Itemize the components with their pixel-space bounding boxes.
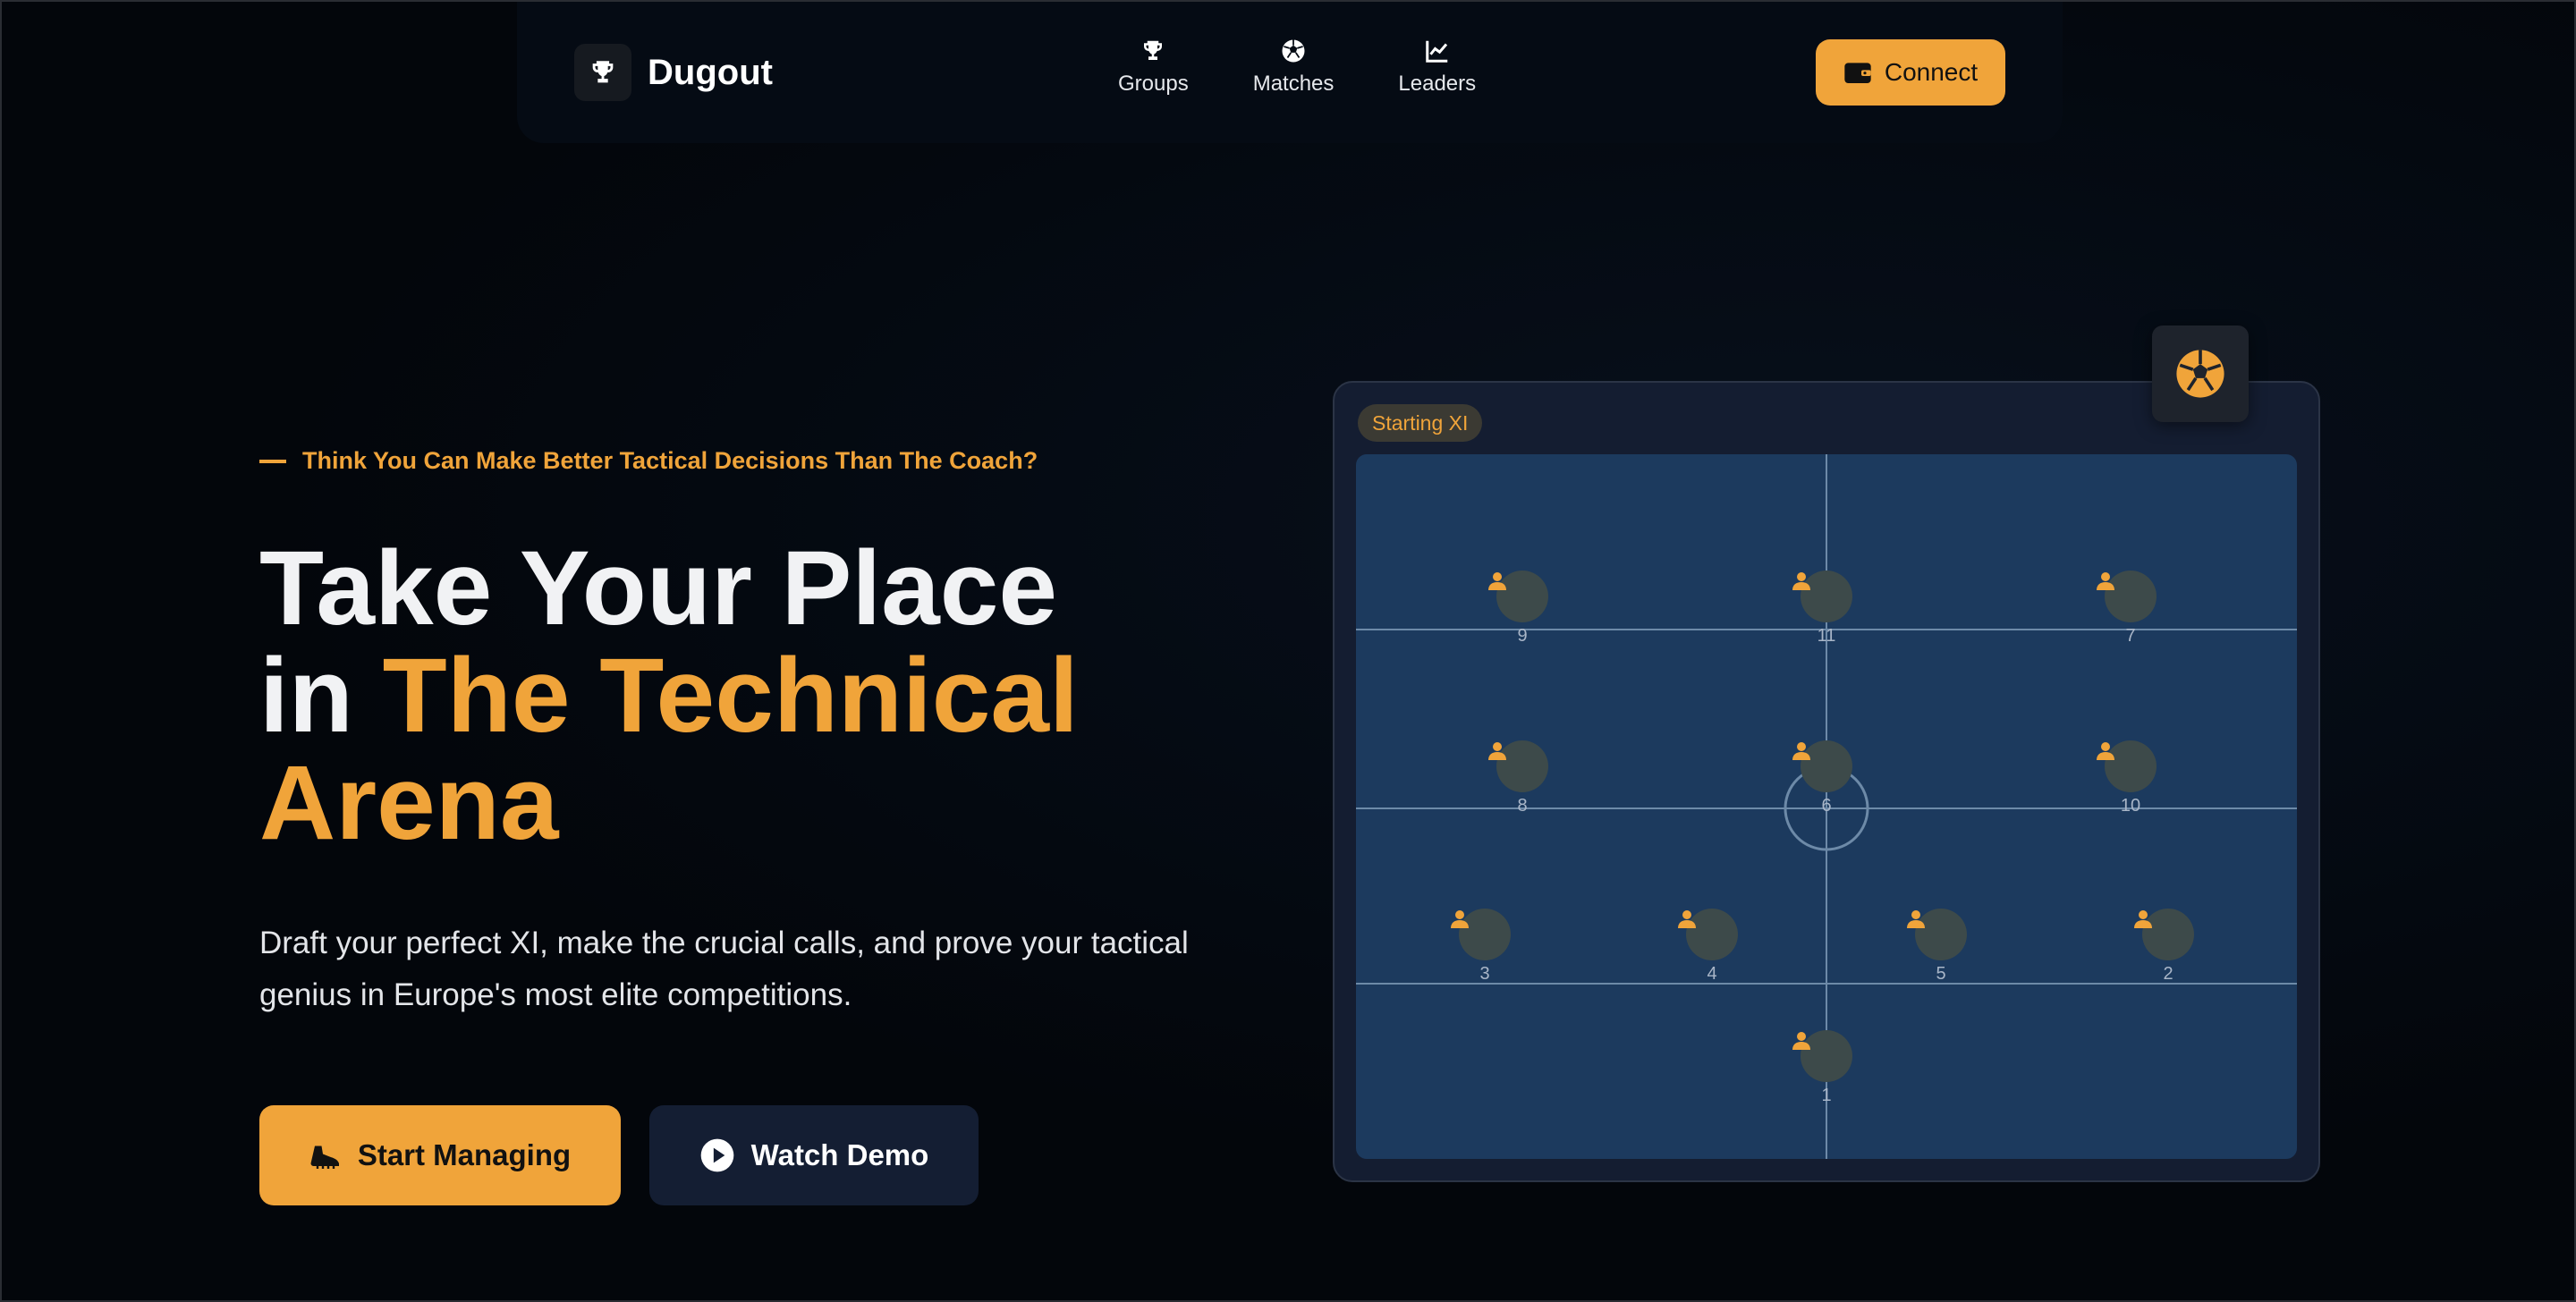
player-slot[interactable]: 2 [2132, 909, 2204, 984]
player-number: 4 [1707, 964, 1717, 984]
headline-line1: Take Your Place [259, 529, 1058, 647]
player-slot[interactable]: 11 [1791, 571, 1862, 646]
player-slot[interactable]: 8 [1487, 740, 1558, 816]
player-icon [1792, 571, 1852, 622]
headline-accent: The Technical Arena [259, 637, 1079, 862]
player-number: 6 [1821, 796, 1832, 816]
start-managing-button[interactable]: Start Managing [259, 1105, 621, 1205]
player-icon [2097, 740, 2157, 792]
player-icon [1451, 909, 1511, 960]
nav-link-leaders[interactable]: Leaders [1398, 38, 1476, 97]
player-number: 1 [1821, 1086, 1832, 1105]
nav-link-label: Matches [1252, 72, 1335, 96]
brand-name: Dugout [648, 52, 773, 92]
player-number: 10 [2120, 796, 2141, 816]
tagline-dash [259, 459, 286, 463]
page-frame: Dugout Groups Matches Leaders Connect Th… [0, 0, 2576, 1302]
connect-label: Connect [1884, 58, 1979, 86]
player-icon [2134, 909, 2194, 960]
player-number: 11 [1817, 626, 1836, 646]
soccer-ball-icon [2176, 350, 2224, 398]
player-slot[interactable]: 10 [2095, 740, 2166, 816]
nav-link-label: Leaders [1398, 72, 1477, 96]
soccer-ball-icon [1282, 39, 1305, 63]
player-number: 2 [2163, 964, 2174, 984]
tagline-text: Think You Can Make Better Tactical Decis… [302, 447, 1038, 474]
nav-link-groups[interactable]: Groups [1118, 38, 1189, 97]
player-slot[interactable]: 3 [1449, 909, 1521, 984]
player-slot[interactable]: 5 [1905, 909, 1977, 984]
hero-headline: Take Your Place in The Technical Arena [259, 535, 1154, 857]
nav-link-matches[interactable]: Matches [1252, 38, 1335, 97]
player-slot[interactable]: 7 [2095, 571, 2166, 646]
nav-link-label: Groups [1118, 72, 1189, 96]
starting-xi-badge: Starting XI [1358, 404, 1483, 442]
player-slot[interactable]: 4 [1676, 909, 1748, 984]
player-number: 7 [2125, 626, 2136, 646]
top-navigation: Dugout Groups Matches Leaders Connect [517, 2, 2063, 143]
player-icon [1907, 909, 1967, 960]
player-slot[interactable]: 1 [1791, 1030, 1862, 1105]
connect-button[interactable]: Connect [1816, 39, 2005, 106]
player-number: 8 [1517, 796, 1528, 816]
hero-description: Draft your perfect XI, make the crucial … [259, 926, 1189, 1012]
start-managing-label: Start Managing [357, 1138, 572, 1171]
player-icon [2097, 571, 2157, 622]
player-number: 3 [1479, 964, 1490, 984]
nav-links: Groups Matches Leaders [1118, 38, 1540, 97]
wallet-icon [1844, 63, 1871, 83]
watch-demo-button[interactable]: Watch Demo [649, 1105, 979, 1205]
chart-line-icon [1426, 40, 1448, 63]
player-icon [1792, 1030, 1852, 1082]
player-icon [1488, 740, 1548, 792]
tagline: Think You Can Make Better Tactical Decis… [259, 447, 1038, 475]
player-slot[interactable]: 9 [1487, 571, 1558, 646]
trophy-icon [1144, 40, 1163, 60]
player-icon [1792, 740, 1852, 792]
player-number: 5 [1936, 964, 1946, 984]
trophy-icon [574, 44, 631, 101]
player-slot[interactable]: 6 [1791, 740, 1862, 816]
player-number: 9 [1517, 626, 1528, 646]
boot-icon [310, 1146, 339, 1169]
play-circle-icon [700, 1138, 734, 1172]
watch-demo-label: Watch Demo [750, 1138, 929, 1171]
pitch: 9 11 7 8 6 10 3 4 5 2 1 [1356, 454, 2297, 1159]
brand[interactable]: Dugout [574, 44, 773, 101]
player-icon [1678, 909, 1738, 960]
soccer-ball-badge [2152, 326, 2249, 422]
player-icon [1488, 571, 1548, 622]
headline-in: in [259, 637, 353, 755]
